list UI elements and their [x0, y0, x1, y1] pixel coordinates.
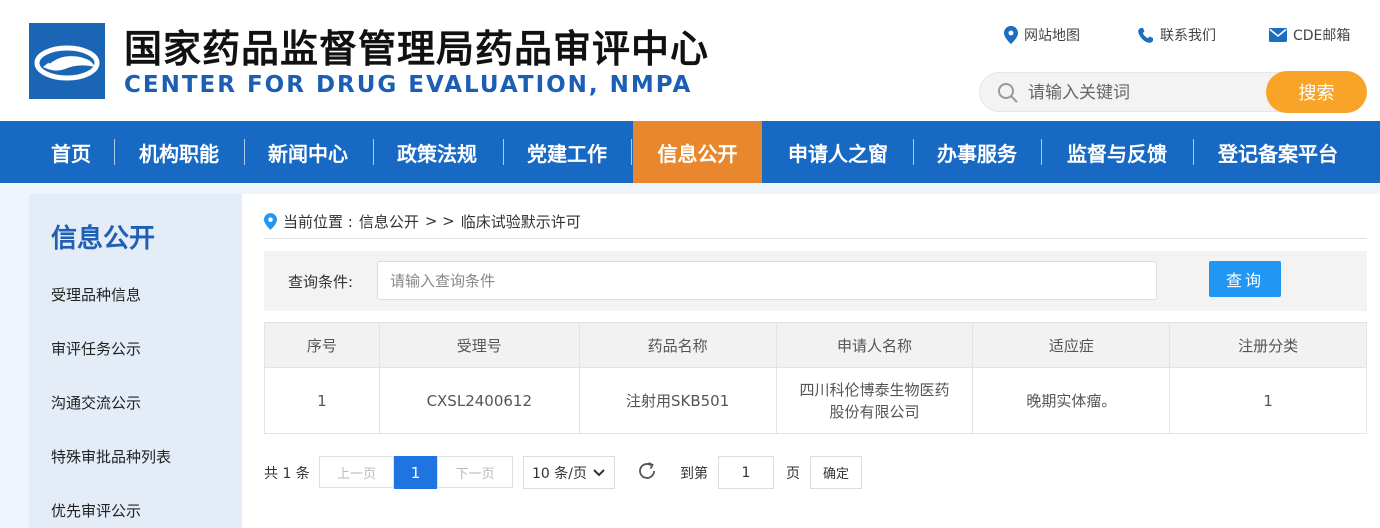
column-header: 适应症 [972, 322, 1171, 368]
query-button[interactable]: 查询 [1209, 261, 1281, 297]
sidebar: 信息公开 受理品种信息 审评任务公示 沟通交流公示 特殊审批品种列表 优先审评公… [29, 194, 242, 528]
breadcrumb-prefix: 当前位置 : [283, 212, 353, 231]
chevron-down-icon [593, 468, 605, 476]
goto-prefix: 到第 [680, 466, 708, 482]
phone-icon [1138, 27, 1153, 43]
nav-item-applicant[interactable]: 申请人之窗 [770, 121, 906, 183]
site-title-en: CENTER FOR DRUG EVALUATION, NMPA [124, 72, 693, 98]
nav-divider [244, 139, 245, 165]
goto-suffix: 页 [786, 466, 800, 482]
cell-index: 1 [264, 367, 380, 434]
column-header: 序号 [264, 322, 380, 368]
nav-item-supervision[interactable]: 监督与反馈 [1048, 121, 1186, 183]
query-label: 查询条件: [288, 273, 354, 291]
contact-us-label: 联系我们 [1160, 28, 1216, 44]
sidebar-item-review-tasks[interactable]: 审评任务公示 [51, 338, 141, 359]
goto-confirm-button[interactable]: 确定 [810, 456, 862, 489]
site-search-button[interactable]: 搜索 [1266, 71, 1367, 113]
breadcrumb-separator: > > [424, 212, 455, 230]
nav-item-info-disclosure[interactable]: 信息公开 [633, 121, 762, 183]
sidebar-item-special-approval[interactable]: 特殊审批品种列表 [51, 446, 171, 467]
site-title-cn: 国家药品监督管理局药品审评中心 [124, 27, 710, 71]
site-map-link[interactable]: 网站地图 [1004, 25, 1080, 45]
nav-item-policies[interactable]: 政策法规 [379, 121, 495, 183]
breadcrumb-current: 临床试验默示许可 [460, 212, 581, 231]
contact-us-link[interactable]: 联系我们 [1137, 25, 1216, 45]
nav-item-services[interactable]: 办事服务 [919, 121, 1035, 183]
table-header-row: 序号 受理号 药品名称 申请人名称 适应症 注册分类 [264, 322, 1367, 368]
nav-divider [373, 139, 374, 165]
page-size-value: 10 条/页 [532, 465, 587, 482]
cde-logo[interactable] [29, 23, 105, 99]
location-pin-icon [1004, 26, 1018, 44]
cde-mail-link[interactable]: CDE邮箱 [1269, 25, 1350, 45]
prev-page-button[interactable]: 上一页 [319, 456, 394, 488]
nav-item-party[interactable]: 党建工作 [509, 121, 625, 183]
cell-acceptance-number: CXSL2400612 [378, 367, 580, 434]
column-header: 药品名称 [578, 322, 777, 368]
sidebar-item-accepted[interactable]: 受理品种信息 [51, 284, 141, 305]
cell-registration-class: 1 [1169, 367, 1367, 434]
nav-divider [913, 139, 914, 165]
page-size-select[interactable]: 10 条/页 [523, 456, 615, 489]
next-page-button[interactable]: 下一页 [437, 456, 513, 488]
cell-drug-name: 注射用SKB501 [578, 367, 777, 434]
breadcrumb-divider [264, 238, 1367, 239]
cde-mail-label: CDE邮箱 [1293, 28, 1351, 44]
breadcrumb-info-disclosure[interactable]: 信息公开 [359, 211, 419, 232]
refresh-icon[interactable] [636, 460, 658, 482]
site-map-label: 网站地图 [1024, 28, 1080, 44]
goto-page-input[interactable] [718, 456, 774, 489]
nav-divider [631, 139, 632, 165]
mail-icon [1269, 28, 1287, 42]
cell-applicant: 四川科伦博泰生物医药股份有限公司 [775, 367, 974, 434]
sidebar-item-communication[interactable]: 沟通交流公示 [51, 392, 141, 413]
nav-item-home[interactable]: 首页 [34, 121, 108, 183]
column-header: 申请人名称 [775, 322, 974, 368]
breadcrumb: 当前位置 : 信息公开 > > 临床试验默示许可 [264, 209, 581, 233]
nav-item-registration[interactable]: 登记备案平台 [1199, 121, 1357, 183]
sidebar-item-priority-review[interactable]: 优先审评公示 [51, 500, 141, 521]
column-header: 受理号 [378, 322, 580, 368]
results-table: 序号 受理号 药品名称 申请人名称 适应症 注册分类 1 CXSL2400612… [264, 322, 1367, 434]
search-icon [998, 83, 1018, 103]
site-search-input[interactable] [1028, 79, 1258, 107]
nav-divider [503, 139, 504, 165]
cell-applicant-text: 四川科伦博泰生物医药股份有限公司 [799, 380, 950, 421]
site-header: 国家药品监督管理局药品审评中心 CENTER FOR DRUG EVALUATI… [0, 0, 1380, 121]
location-pin-icon [264, 212, 277, 230]
nav-divider [1193, 139, 1194, 165]
table-row[interactable]: 1 CXSL2400612 注射用SKB501 四川科伦博泰生物医药股份有限公司… [264, 367, 1367, 434]
sidebar-title: 信息公开 [51, 224, 156, 254]
cell-indication: 晚期实体瘤。 [972, 367, 1171, 434]
nav-divider [114, 139, 115, 165]
current-page-button[interactable]: 1 [394, 456, 437, 489]
total-count: 共 1 条 [264, 466, 310, 482]
nav-divider [1041, 139, 1042, 165]
nav-item-functions[interactable]: 机构职能 [121, 121, 237, 183]
nav-item-news[interactable]: 新闻中心 [250, 121, 366, 183]
column-header: 注册分类 [1169, 322, 1367, 368]
query-input[interactable] [377, 261, 1157, 300]
main-nav: 首页 机构职能 新闻中心 政策法规 党建工作 信息公开 申请人之窗 办事服务 监… [0, 121, 1380, 183]
